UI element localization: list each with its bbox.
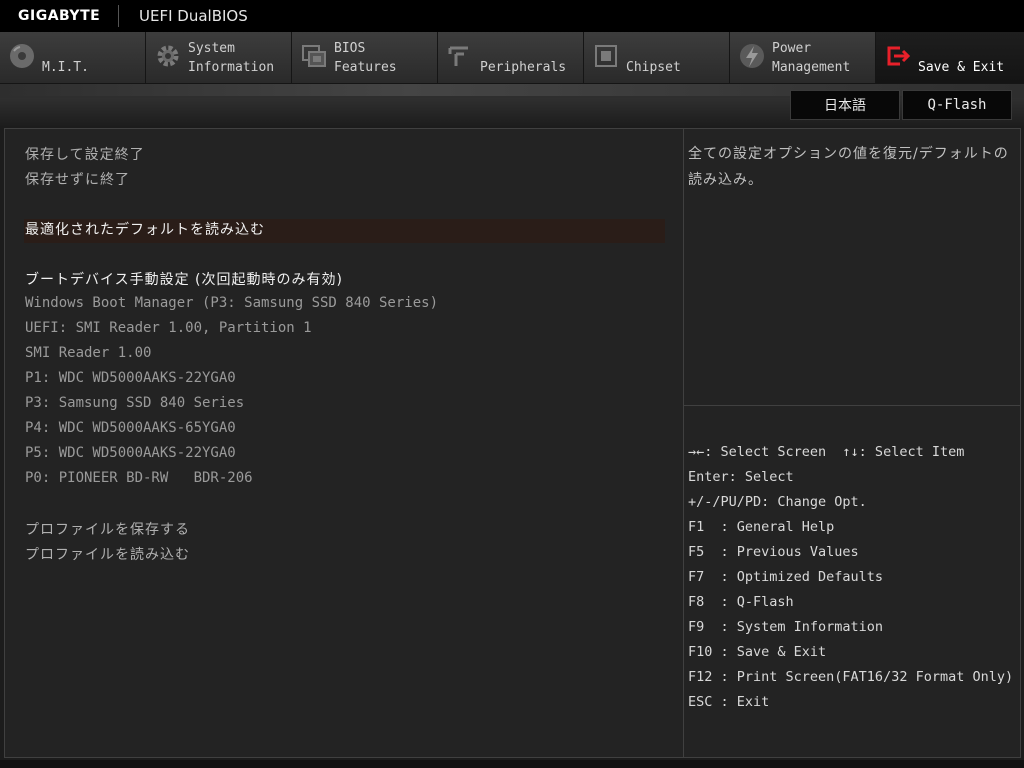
key-hint: F12 : Print Screen(FAT16/32 Format Only) bbox=[688, 669, 1014, 685]
menu-save-profile[interactable]: プロファイルを保存する bbox=[25, 519, 190, 539]
tab-mit[interactable]: M.I.T. bbox=[0, 32, 146, 84]
tab-label: BIOS Features bbox=[334, 41, 397, 75]
product-title: UEFI DualBIOS bbox=[139, 7, 248, 25]
key-hint: Enter: Select bbox=[688, 469, 794, 485]
tab-label: Peripherals bbox=[480, 60, 567, 75]
top-bar: GIGABYTE UEFI DualBIOS bbox=[0, 0, 1024, 32]
help-description: 全ての設定オプションの値を復元/デフォルトの読み込み。 bbox=[688, 146, 1009, 188]
boot-device-item[interactable]: P5: WDC WD5000AAKS-22YGA0 bbox=[25, 445, 236, 461]
tab-power-management[interactable]: Power Management bbox=[730, 32, 876, 84]
boot-override-header: ブートデバイス手動設定 (次回起動時のみ有効) bbox=[25, 272, 343, 288]
key-hint: F7 : Optimized Defaults bbox=[688, 569, 884, 585]
menu-panel: 保存して設定終了 保存せずに終了 最適化されたデフォルトを読み込む ブートデバイ… bbox=[4, 128, 684, 758]
bottom-strip bbox=[0, 760, 1024, 768]
gear-icon bbox=[157, 45, 179, 67]
brand-logo: GIGABYTE bbox=[18, 8, 101, 24]
sub-toolbar: 日本語 Q-Flash bbox=[0, 84, 1024, 126]
menu-load-optimized-defaults[interactable]: 最適化されたデフォルトを読み込む bbox=[25, 219, 265, 239]
language-button[interactable]: 日本語 bbox=[790, 90, 900, 120]
tab-bios-features[interactable]: BIOS Features bbox=[292, 32, 438, 84]
tab-label: System Information bbox=[188, 41, 275, 75]
tab-label: Power Management bbox=[772, 41, 851, 75]
help-panel: 全ての設定オプションの値を復元/デフォルトの読み込み。 bbox=[683, 128, 1021, 406]
key-hint: +/-/PU/PD: Change Opt. bbox=[688, 494, 867, 510]
lightning-icon bbox=[740, 44, 764, 68]
tab-system-information[interactable]: System Information bbox=[146, 32, 292, 84]
key-hint: →←: Select Screen ↑↓: Select Item bbox=[688, 444, 965, 460]
qflash-button[interactable]: Q-Flash bbox=[902, 90, 1012, 120]
menu-exit-without-saving[interactable]: 保存せずに終了 bbox=[25, 169, 130, 189]
key-hint: F1 : General Help bbox=[688, 519, 835, 535]
key-legend-panel: →←: Select Screen ↑↓: Select Item Enter:… bbox=[683, 405, 1021, 758]
menu-load-profile[interactable]: プロファイルを読み込む bbox=[25, 544, 190, 564]
chip-board-icon bbox=[302, 45, 326, 67]
boot-device-item[interactable]: P4: WDC WD5000AAKS-65YGA0 bbox=[25, 420, 236, 436]
boot-device-item[interactable]: P0: PIONEER BD-RW BDR-206 bbox=[25, 470, 253, 486]
boot-device-item[interactable]: Windows Boot Manager (P3: Samsung SSD 84… bbox=[25, 295, 438, 311]
boot-device-item[interactable]: P3: Samsung SSD 840 Series bbox=[25, 395, 244, 411]
tab-chipset[interactable]: Chipset bbox=[584, 32, 730, 84]
chip-icon bbox=[595, 45, 617, 67]
bios-screen: GIGABYTE UEFI DualBIOS M.I.T. System Inf… bbox=[0, 0, 1024, 768]
key-hint: F9 : System Information bbox=[688, 619, 884, 635]
key-hint: F8 : Q-Flash bbox=[688, 594, 794, 610]
key-hint: F5 : Previous Values bbox=[688, 544, 859, 560]
tab-label: Chipset bbox=[626, 60, 681, 75]
tab-label: M.I.T. bbox=[42, 60, 89, 75]
tab-label: Save & Exit bbox=[918, 60, 1005, 75]
boot-device-item[interactable]: P1: WDC WD5000AAKS-22YGA0 bbox=[25, 370, 236, 386]
disc-icon bbox=[10, 44, 34, 68]
exit-door-icon bbox=[887, 46, 911, 66]
key-hint: F10 : Save & Exit bbox=[688, 644, 827, 660]
tab-save-exit[interactable]: Save & Exit bbox=[876, 32, 1024, 84]
tab-bar: M.I.T. System Information BIOS Features … bbox=[0, 32, 1024, 84]
boot-device-item[interactable]: UEFI: SMI Reader 1.00, Partition 1 bbox=[25, 320, 312, 336]
usb-icon bbox=[448, 46, 468, 66]
menu-save-exit[interactable]: 保存して設定終了 bbox=[25, 144, 145, 164]
boot-device-item[interactable]: SMI Reader 1.00 bbox=[25, 345, 151, 361]
brand-separator bbox=[118, 5, 119, 27]
key-hint: ESC : Exit bbox=[688, 694, 770, 710]
tab-peripherals[interactable]: Peripherals bbox=[438, 32, 584, 84]
